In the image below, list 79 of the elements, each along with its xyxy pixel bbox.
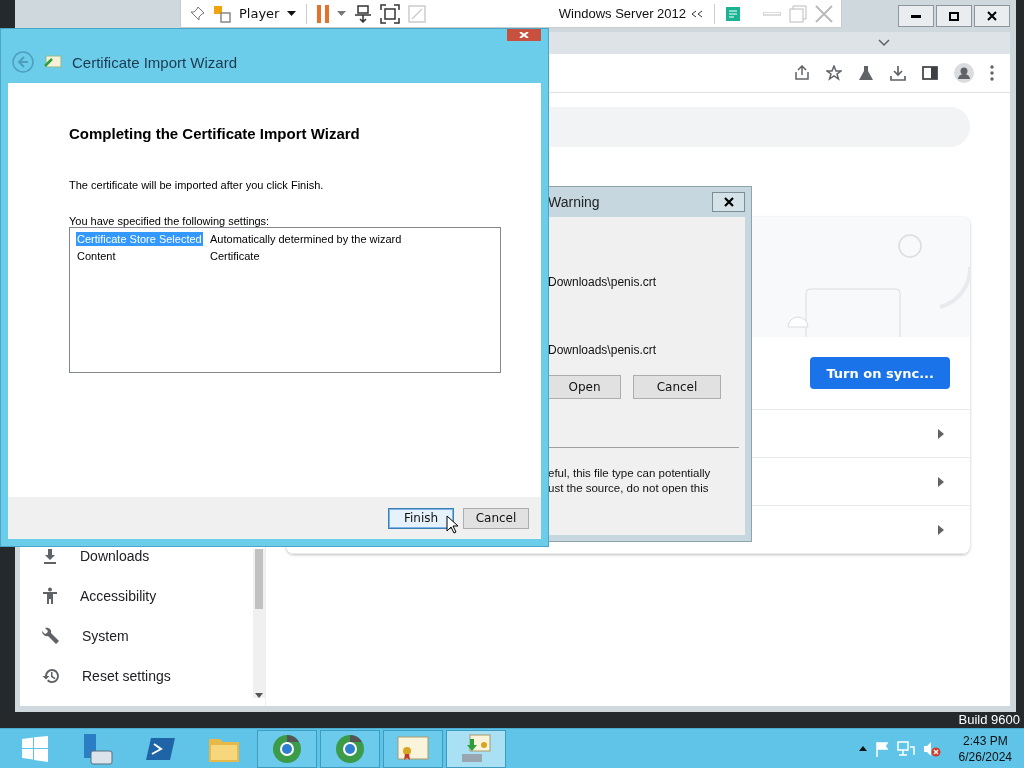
build-watermark: Build 9600 <box>958 712 1020 727</box>
file-path: Downloads\penis.crt <box>548 343 658 357</box>
taskbar-button[interactable] <box>257 729 317 768</box>
setting-value: Certificate <box>210 249 260 262</box>
side-panel-icon[interactable] <box>922 65 938 81</box>
window-title: Certificate Import Wizard <box>72 53 238 71</box>
sidebar-item[interactable]: Downloads <box>20 546 242 566</box>
history-icon <box>42 668 60 684</box>
flask-icon[interactable] <box>858 65 874 81</box>
profile-icon[interactable] <box>954 63 974 83</box>
caret-icon <box>287 11 297 16</box>
maximize-icon <box>949 11 959 21</box>
caret-icon <box>337 11 347 16</box>
powershell-icon <box>146 736 176 761</box>
browser-icon <box>272 733 302 764</box>
close-icon <box>723 197 734 207</box>
minimize-button[interactable] <box>898 5 934 27</box>
vm-name: Windows Server 2012 <box>558 6 686 21</box>
sidebar-item[interactable]: System <box>20 626 242 646</box>
scroll-down-icon[interactable] <box>255 693 263 698</box>
menu-icon[interactable] <box>990 65 994 81</box>
share-icon[interactable] <box>794 65 810 81</box>
taskbar-button[interactable] <box>320 729 380 768</box>
cancel-button[interactable]: Cancel <box>463 507 529 529</box>
network-icon <box>354 4 373 23</box>
download-icon <box>42 548 58 564</box>
browser-icon <box>335 733 365 764</box>
player-logo-icon <box>213 4 231 23</box>
tray-expand-icon[interactable] <box>858 746 867 751</box>
clock-date[interactable]: 6/26/2024 <box>958 748 1012 765</box>
download-icon[interactable] <box>890 65 906 81</box>
certificate-import-icon <box>460 733 492 764</box>
cancel-button[interactable]: Cancel <box>633 375 721 399</box>
setting-name[interactable]: Content <box>76 248 117 263</box>
sidebar-item[interactable]: Reset settings <box>20 666 242 686</box>
scrollbar[interactable] <box>253 549 265 698</box>
minimize-icon <box>911 14 921 18</box>
restore-icon <box>789 4 807 23</box>
note-icon <box>725 5 741 22</box>
wizard-heading: Completing the Certificate Import Wizard <box>69 125 361 142</box>
certificate-icon <box>44 54 62 70</box>
close-icon <box>519 32 529 38</box>
file-path: Downloads\penis.crt <box>548 275 658 289</box>
finish-button[interactable]: Finish <box>388 507 454 529</box>
taskbar-button[interactable] <box>446 729 506 768</box>
close-icon <box>987 11 997 21</box>
windows-logo-icon <box>22 735 48 762</box>
chevron-icon[interactable] <box>938 524 944 535</box>
server-manager-icon <box>83 732 113 765</box>
clock-time[interactable]: 2:43 PM <box>962 732 1008 749</box>
cursor-icon <box>446 515 458 534</box>
intro-text: The certificate will be imported after you click Finish. <box>69 179 325 191</box>
certificate-icon <box>397 735 429 762</box>
setting-value: Automatically determined by the wizard <box>210 232 402 245</box>
close-button[interactable] <box>974 5 1010 27</box>
wrench-icon <box>42 627 60 645</box>
player-menu[interactable]: Player <box>209 0 301 27</box>
star-icon[interactable] <box>826 65 842 81</box>
maximize-button[interactable] <box>936 5 972 27</box>
search-field[interactable] <box>549 107 970 147</box>
sync-button[interactable]: Turn on sync... <box>810 357 950 389</box>
close-icon <box>815 4 833 23</box>
pause-icon <box>317 4 330 23</box>
dialog-title: Warning <box>548 194 600 210</box>
settings-label: You have specified the following settings: <box>69 215 271 227</box>
speaker-muted-icon[interactable] <box>922 740 941 757</box>
sidebar-item[interactable]: Accessibility <box>20 586 242 606</box>
tab-list-icon[interactable] <box>878 39 890 47</box>
chevron-icon[interactable] <box>938 476 944 487</box>
open-button[interactable]: Open <box>548 375 621 399</box>
minimize-icon <box>763 11 781 16</box>
close-button[interactable] <box>712 192 745 212</box>
fullscreen-icon <box>380 3 401 24</box>
pin-icon <box>189 5 205 22</box>
taskbar-button[interactable] <box>383 729 443 768</box>
accessibility-icon <box>42 587 58 605</box>
chevron-icon[interactable] <box>938 428 944 439</box>
warning-text: eful, this file type can potentially ust the source, do not open this <box>548 466 712 496</box>
double-chevron-icon <box>690 9 704 18</box>
